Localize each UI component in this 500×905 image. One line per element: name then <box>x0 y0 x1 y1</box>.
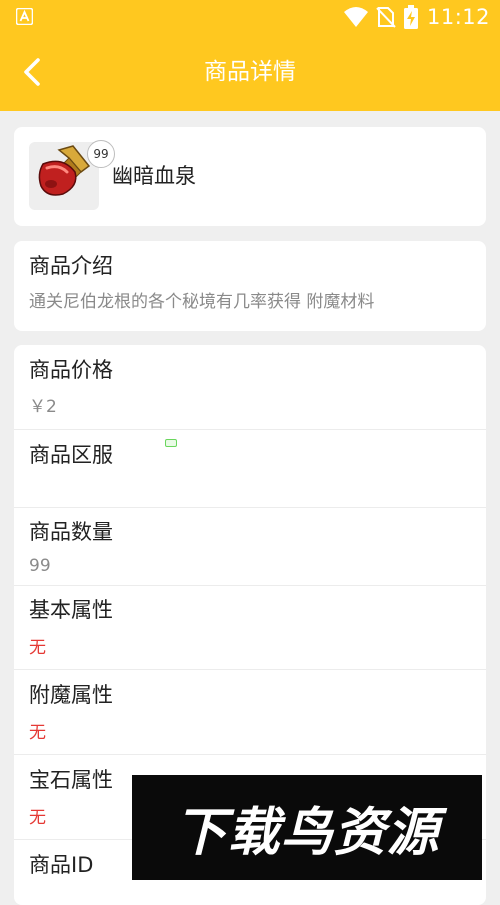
enchant-attr-label: 附魔属性 <box>29 683 113 707</box>
gem-attr-label: 宝石属性 <box>29 768 113 792</box>
product-name: 幽暗血泉 <box>112 164 196 188</box>
row-divider <box>14 669 486 670</box>
product-id-label: 商品ID <box>29 853 94 877</box>
quantity-label: 商品数量 <box>29 520 113 544</box>
no-sim-icon <box>376 6 396 28</box>
intro-card: 商品介绍 通关尼伯龙根的各个秘境有几率获得 附魔材料 <box>14 241 486 331</box>
intro-text: 通关尼伯龙根的各个秘境有几率获得 附魔材料 <box>29 292 375 312</box>
enchant-attr-value: 无 <box>29 723 46 743</box>
touch-indicator <box>165 439 177 447</box>
price-label: 商品价格 <box>29 358 113 382</box>
gem-attr-value: 无 <box>29 808 46 828</box>
row-divider <box>14 429 486 430</box>
product-card: 99 幽暗血泉 <box>14 127 486 226</box>
intro-label: 商品介绍 <box>29 254 113 278</box>
status-time: 11:12 <box>426 4 490 29</box>
row-divider <box>14 507 486 508</box>
basic-attr-value: 无 <box>29 638 46 658</box>
quantity-value: 99 <box>29 556 51 576</box>
app-a-icon <box>16 8 33 25</box>
battery-charging-icon <box>403 4 418 29</box>
price-value: ￥2 <box>29 397 57 417</box>
basic-attr-label: 基本属性 <box>29 598 113 622</box>
row-divider <box>14 754 486 755</box>
watermark-text: 下载鸟资源 <box>174 803 440 863</box>
product-thumbnail: 99 <box>29 140 115 210</box>
watermark-logo: 下载鸟资源 <box>132 775 482 880</box>
server-label: 商品区服 <box>29 443 113 467</box>
app-bar: 商品详情 <box>0 33 500 111</box>
status-bar: 11:12 <box>0 0 500 33</box>
row-divider <box>14 585 486 586</box>
page-title: 商品详情 <box>204 59 296 85</box>
quantity-badge: 99 <box>87 140 115 168</box>
wifi-icon <box>343 6 368 27</box>
